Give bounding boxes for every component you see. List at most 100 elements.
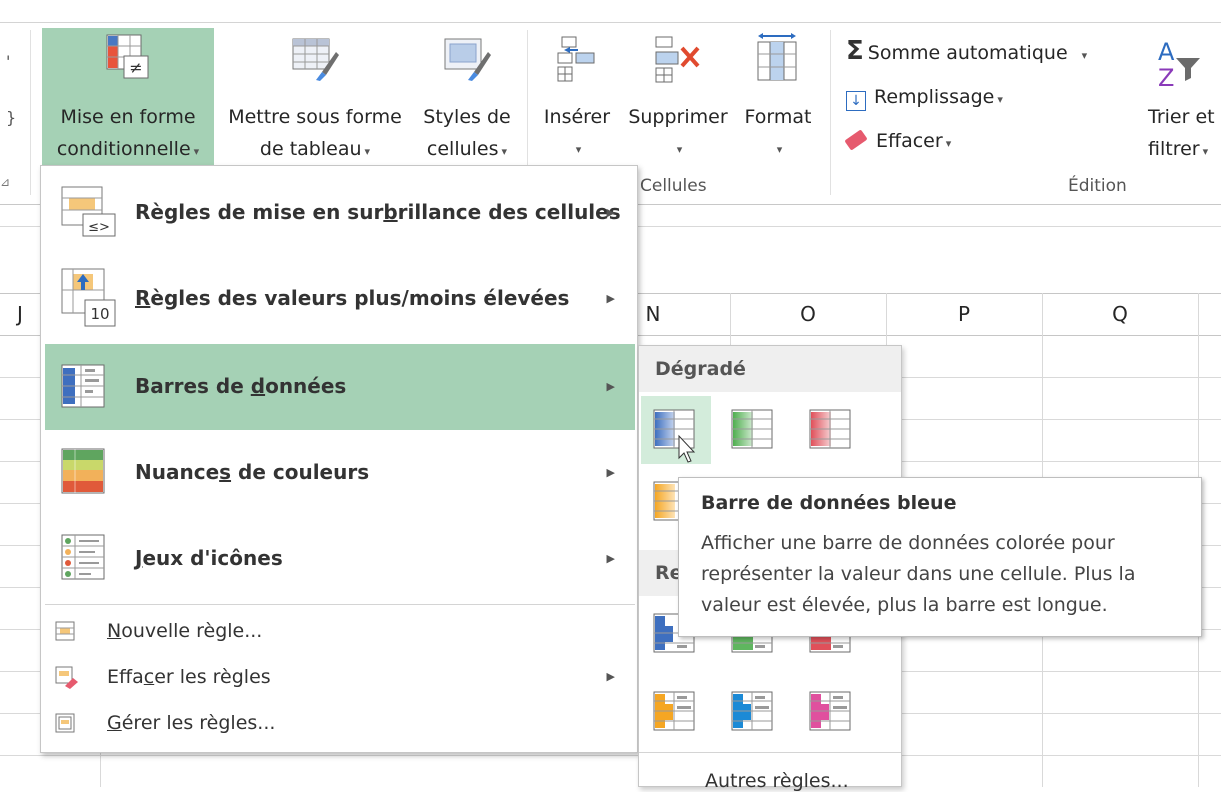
highlight-cells-rules-label: Règles de mise en surbrillance des cellu… xyxy=(135,200,621,224)
ribbon-top-border xyxy=(0,22,1221,23)
tooltip-title: Barre de données bleue xyxy=(701,492,957,514)
conditional-formatting-button[interactable]: ≠ Mise en forme conditionnelle ▾ xyxy=(42,28,214,166)
dropdown-caret-icon: ▾ xyxy=(945,137,952,150)
fill-down-icon: ↓ xyxy=(846,91,866,111)
submenu-separator xyxy=(639,752,901,753)
svg-text:≤>: ≤> xyxy=(88,220,110,235)
delete-cells-icon xyxy=(655,36,700,83)
more-rules-link[interactable]: Autres règles... xyxy=(705,770,849,792)
gradient-fill-header: Dégradé xyxy=(639,346,901,392)
menu-item-highlight-cells-rules[interactable]: ≤> Règles de mise en surbrillance des ce… xyxy=(45,170,635,256)
submenu-arrow-icon: ▶ xyxy=(606,206,615,219)
new-rule-label: Nouvelle règle... xyxy=(107,620,263,642)
clear-label: Effacer xyxy=(876,130,943,152)
format-cells-button[interactable]: Format ▾ xyxy=(738,28,818,166)
submenu-arrow-icon: ▶ xyxy=(606,380,615,393)
dropdown-caret-icon: ▾ xyxy=(501,145,508,158)
dropdown-caret-icon: ▾ xyxy=(364,145,371,158)
dropdown-caret-icon: ▾ xyxy=(676,143,683,156)
format-as-table-icon xyxy=(292,38,339,81)
menu-item-data-bars[interactable]: Barres de données ▶ xyxy=(45,344,635,430)
sigma-icon: Σ xyxy=(846,36,864,66)
eraser-icon xyxy=(844,129,868,151)
dropdown-caret-icon: ▾ xyxy=(776,143,783,156)
autosum-button[interactable]: Σ Somme automatique ▾ xyxy=(846,36,1087,66)
sort-filter-button[interactable]: A Z Trier et filtrer ▾ xyxy=(1140,28,1221,166)
format-cells-icon xyxy=(757,33,797,81)
column-header-j[interactable]: J xyxy=(0,293,40,335)
green-data-bar-icon xyxy=(731,409,773,449)
pink-solid-data-bar-swatch[interactable] xyxy=(797,678,867,746)
highlight-cells-rules-icon: ≤> xyxy=(61,186,116,237)
icon-sets-icon xyxy=(61,534,105,580)
format-as-table-button[interactable]: Mettre sous forme de tableau ▾ xyxy=(216,28,414,166)
insert-cells-label: Insérer xyxy=(543,106,611,128)
svg-text:≠: ≠ xyxy=(129,58,142,77)
fill-button[interactable]: ↓ Remplissage ▾ xyxy=(846,82,1003,112)
insert-cells-icon xyxy=(557,36,595,82)
color-scales-label: Nuances de couleurs xyxy=(135,460,370,484)
cells-group-label: Cellules xyxy=(640,176,707,196)
dialog-launcher-icon[interactable]: ⊿ xyxy=(0,175,10,189)
submenu-arrow-icon: ▶ xyxy=(606,670,615,683)
menu-item-top-bottom-rules[interactable]: 10 Règles des valeurs plus/moins élevées… xyxy=(45,256,635,342)
dropdown-caret-icon: ▾ xyxy=(1081,49,1088,62)
menu-item-manage-rules[interactable]: Gérer les règles... xyxy=(45,704,635,744)
conditional-formatting-menu: ≤> Règles de mise en surbrillance des ce… xyxy=(40,165,638,753)
clear-rules-label: Effacer les règles xyxy=(107,666,271,688)
dropdown-caret-icon: ▾ xyxy=(575,143,582,156)
pink-solid-data-bar-icon xyxy=(809,691,851,731)
column-header-q[interactable]: Q xyxy=(1042,293,1198,335)
insert-cells-button[interactable]: Insérer ▾ xyxy=(538,28,616,166)
top-bottom-rules-label: Règles des valeurs plus/moins élevées xyxy=(135,286,570,310)
column-header-o[interactable]: O xyxy=(730,293,886,335)
gridline xyxy=(0,755,1221,756)
data-bars-icon xyxy=(61,364,105,408)
cell-styles-label-1: Styles de xyxy=(423,106,511,128)
conditional-formatting-label-1: Mise en forme xyxy=(60,106,196,128)
cell-styles-label-2: cellules ▾ xyxy=(426,138,508,160)
clear-button[interactable]: Effacer ▾ xyxy=(844,126,952,156)
lightblue-solid-data-bar-swatch[interactable] xyxy=(719,678,789,746)
menu-item-icon-sets[interactable]: Jeux d'icônes ▶ xyxy=(45,516,635,602)
color-scales-icon xyxy=(61,448,105,494)
tooltip-body: Afficher une barre de données colorée po… xyxy=(701,532,1136,616)
cell-styles-icon xyxy=(444,38,491,81)
manage-rules-label: Gérer les règles... xyxy=(107,712,276,734)
menu-item-new-rule[interactable]: Nouvelle règle... xyxy=(45,612,635,652)
green-gradient-data-bar-swatch[interactable] xyxy=(719,396,789,464)
new-rule-icon xyxy=(55,621,75,641)
red-data-bar-icon xyxy=(809,409,851,449)
editing-group-label: Édition xyxy=(1068,176,1127,196)
dropdown-caret-icon: ▾ xyxy=(193,145,200,158)
blue-data-bar-icon xyxy=(653,409,696,463)
menu-item-color-scales[interactable]: Nuances de couleurs ▶ xyxy=(45,430,635,516)
svg-text:Z: Z xyxy=(1158,64,1174,90)
data-bars-label: Barres de données xyxy=(135,374,347,398)
format-cells-label: Format xyxy=(744,106,812,128)
blue-gradient-data-bar-swatch[interactable] xyxy=(641,396,711,464)
dropdown-caret-icon: ▾ xyxy=(1202,145,1209,158)
conditional-formatting-icon: ≠ xyxy=(106,34,149,79)
cell-styles-button[interactable]: Styles de cellules ▾ xyxy=(416,28,518,166)
group-separator xyxy=(30,30,31,195)
tooltip: Barre de données bleue Afficher une barr… xyxy=(678,477,1202,637)
fill-label: Remplissage xyxy=(874,86,995,108)
red-gradient-data-bar-swatch[interactable] xyxy=(797,396,867,464)
orange-data-bar-icon xyxy=(653,481,685,521)
column-header-n[interactable]: N xyxy=(638,293,668,335)
group-separator xyxy=(830,30,831,195)
icon-sets-label: Jeux d'icônes xyxy=(135,546,283,570)
delete-cells-button[interactable]: Supprimer ▾ xyxy=(620,28,736,166)
format-as-table-label-2: de tableau ▾ xyxy=(259,138,371,160)
manage-rules-icon xyxy=(55,713,75,733)
clear-rules-icon xyxy=(55,666,78,689)
menu-separator xyxy=(45,604,635,605)
sort-filter-label-2: filtrer ▾ xyxy=(1148,138,1209,160)
menu-item-clear-rules[interactable]: Effacer les règles ▶ xyxy=(45,658,635,698)
autosum-label: Somme automatique xyxy=(867,42,1068,64)
partial-control-mid: } xyxy=(6,108,17,127)
orange-solid-data-bar-swatch[interactable] xyxy=(641,678,711,746)
svg-text:A: A xyxy=(1158,38,1175,66)
column-header-p[interactable]: P xyxy=(886,293,1042,335)
